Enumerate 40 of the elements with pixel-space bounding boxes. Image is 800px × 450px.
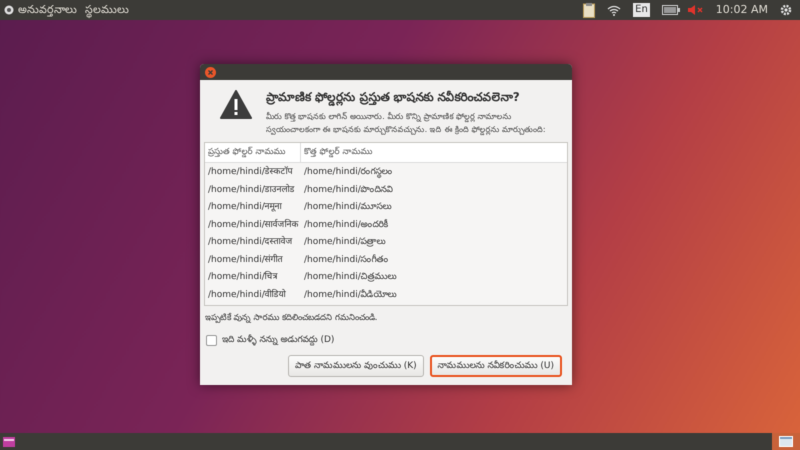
column-header[interactable]: ప్రస్తుత ఫోల్డర్ నామము bbox=[205, 143, 301, 162]
column-header[interactable]: కొత్త ఫోల్డర్ నామము bbox=[301, 143, 376, 162]
clipboard-icon[interactable] bbox=[583, 2, 596, 18]
table-cell-text: /home/hindi/दस्तावेज bbox=[207, 236, 294, 249]
close-icon[interactable] bbox=[205, 66, 216, 78]
battery-icon[interactable] bbox=[662, 5, 680, 15]
table-cell-text: /home/hindi/वीडियो bbox=[207, 288, 287, 302]
speaker-icon[interactable] bbox=[688, 5, 704, 15]
warning-icon bbox=[220, 90, 252, 119]
table-cell-text: /home/hindi/రంగస్థలం bbox=[303, 166, 394, 180]
keyboard-indicator[interactable]: En bbox=[633, 3, 650, 17]
wifi-icon[interactable] bbox=[607, 4, 622, 16]
clock[interactable]: 10:02 AM bbox=[716, 2, 768, 18]
window-icon bbox=[779, 436, 793, 447]
dialog-button[interactable]: పాత నామములను వుంచుము (K) bbox=[288, 355, 424, 378]
dialog-heading: ప్రామాణిక ఫోల్డర్లను ప్రస్తుత భాషనకు నవీకరించవలెనా? bbox=[266, 89, 521, 106]
dialog-button[interactable]: నామములను నవీకరించుము (U) bbox=[430, 355, 562, 378]
note-text: ఇప్పటికే వున్న సారము కదిలించబడదని గమనించండి. bbox=[204, 312, 379, 325]
table-cell-text: /home/hindi/डाउनलोड bbox=[207, 184, 296, 196]
show-desktop-button[interactable] bbox=[772, 433, 800, 450]
table-cell-text: /home/hindi/మూసలు bbox=[303, 201, 393, 214]
logo-icon[interactable] bbox=[4, 5, 14, 15]
top-menu[interactable]: స్థలములు bbox=[85, 2, 129, 18]
table-cell-text: /home/hindi/చిత్రములు bbox=[303, 271, 398, 284]
table-cell-text: /home/hindi/పత్రాలు bbox=[303, 236, 387, 249]
table-cell-text: /home/hindi/పొందినవి bbox=[303, 184, 394, 196]
table-cell-text: /home/hindi/సంగీతం bbox=[303, 254, 390, 266]
dialog-message: మీరు కొత్త భాషనకు లాగిన్ అయినారు. మీరు కొన్ని ప్రామాణిక ఫోల్డర్ల నామాలను స్వయంచాలకంగా ఈ భాషనకు మార్చుకొనవచ్చును. ఇది ఈ క్రింది ఫోల్డర్లను మార్చుతుంది: bbox=[266, 111, 547, 136]
checkbox-label[interactable]: ఇది మళ్ళీ నన్ను అడుగవద్దు (D) bbox=[222, 334, 334, 348]
table-cell-text: /home/hindi/सार्वजनिक bbox=[207, 218, 300, 232]
table-cell-text: /home/hindi/नमूना bbox=[207, 201, 283, 214]
settings-icon[interactable] bbox=[780, 4, 792, 16]
table-cell-text: /home/hindi/चित्र bbox=[207, 271, 279, 284]
checkbox[interactable] bbox=[206, 335, 217, 346]
table-cell-text: /home/hindi/అందరికీ bbox=[303, 218, 390, 232]
workspace-icon[interactable] bbox=[3, 436, 15, 446]
table-cell-text: /home/hindi/डेस्कटॉप bbox=[207, 166, 294, 179]
top-menu[interactable]: అనువర్తనాలు bbox=[18, 2, 77, 18]
table-cell-text: /home/hindi/వీడియోలు bbox=[303, 288, 398, 302]
table-cell-text: /home/hindi/संगीत bbox=[207, 254, 284, 266]
